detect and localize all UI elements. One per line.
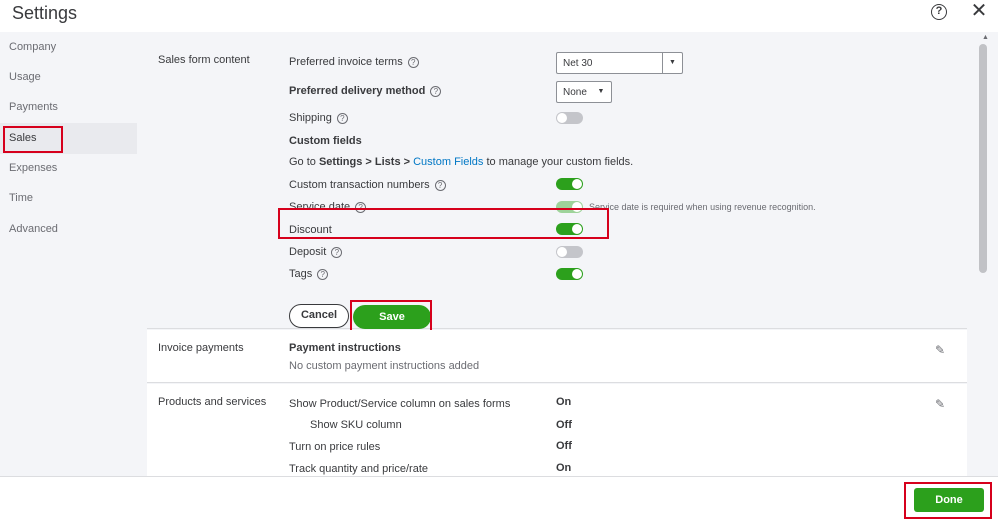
delivery-method-select[interactable]: None ▼ [556, 81, 612, 103]
tags-toggle[interactable] [556, 268, 583, 280]
payment-instructions-value: No custom payment instructions added [289, 360, 480, 372]
close-icon[interactable]: ✕ [970, 1, 988, 21]
footer: Done [0, 476, 998, 519]
help-circle-icon[interactable]: ? [336, 112, 348, 124]
scroll-thumb[interactable] [979, 44, 987, 273]
help-circle-icon[interactable]: ? [430, 85, 442, 97]
preferred-invoice-terms-label: Preferred invoice terms? [289, 56, 419, 68]
deposit-toggle[interactable] [556, 246, 583, 258]
chevron-down-icon: ▼ [662, 53, 682, 73]
sidebar: Company Usage Payments Sales Expenses Ti… [0, 32, 137, 476]
sidebar-item-time[interactable]: Time [0, 183, 137, 214]
discount-highlight-box [278, 208, 609, 239]
section-title: Products and services [158, 396, 267, 408]
shipping-label: Shipping? [289, 112, 348, 124]
scrollbar[interactable]: ▲ [975, 32, 998, 476]
section-title: Invoice payments [158, 342, 244, 354]
custom-transaction-numbers-label: Custom transaction numbers? [289, 179, 446, 191]
sales-form-content-section: Sales form content Preferred invoice ter… [147, 42, 967, 332]
sidebar-item-advanced[interactable]: Advanced [0, 214, 137, 245]
page-title: Settings [12, 3, 78, 23]
sidebar-item-expenses[interactable]: Expenses [0, 153, 137, 184]
pencil-icon[interactable]: ✎ [935, 343, 949, 357]
custom-transaction-numbers-toggle[interactable] [556, 178, 583, 190]
shipping-toggle[interactable] [556, 112, 583, 124]
sidebar-item-payments[interactable]: Payments [0, 92, 137, 123]
scroll-up-icon[interactable]: ▲ [982, 34, 989, 41]
invoice-terms-select[interactable]: Net 30 ▼ [556, 52, 683, 74]
products-and-services-section: Products and services Show Product/Servi… [147, 384, 967, 476]
preferred-delivery-method-label: Preferred delivery method? [289, 85, 442, 97]
custom-fields-note: Go to Settings > Lists > Custom Fields t… [289, 156, 634, 168]
help-circle-icon[interactable]: ? [317, 268, 329, 280]
sidebar-item-usage[interactable]: Usage [0, 62, 137, 93]
custom-fields-link[interactable]: Custom Fields [413, 156, 483, 168]
settings-content: Sales form content Preferred invoice ter… [137, 32, 975, 476]
ps-row-value: On [556, 396, 572, 408]
section-title: Sales form content [158, 54, 250, 66]
ps-row-label: Turn on price rules [289, 441, 381, 453]
help-icon[interactable]: ? [931, 4, 947, 20]
invoice-payments-section: Invoice payments Payment instructions No… [147, 330, 967, 383]
ps-row-label: Track quantity and price/rate [289, 463, 428, 475]
sidebar-item-company[interactable]: Company [0, 32, 137, 63]
settings-window: Settings ? ✕ Company Usage Payments Sale… [0, 0, 998, 519]
deposit-label: Deposit? [289, 246, 343, 258]
cancel-button[interactable]: Cancel [289, 304, 349, 328]
pencil-icon[interactable]: ✎ [935, 397, 949, 411]
tags-label: Tags? [289, 268, 329, 280]
help-circle-icon[interactable]: ? [407, 56, 419, 68]
save-highlight-box [350, 300, 432, 332]
sales-highlight-box [3, 126, 63, 153]
help-circle-icon[interactable]: ? [331, 246, 343, 258]
ps-row-value: Off [556, 440, 572, 452]
ps-row-label: Show SKU column [310, 419, 402, 431]
service-date-note: Service date is required when using reve… [589, 202, 816, 212]
help-circle-icon[interactable]: ? [434, 179, 446, 191]
header: Settings ? ✕ [0, 0, 998, 32]
chevron-down-icon: ▼ [597, 88, 605, 95]
ps-row-value: Off [556, 419, 572, 431]
ps-row-label: Show Product/Service column on sales for… [289, 398, 511, 410]
done-highlight-box [904, 482, 992, 519]
ps-row-value: On [556, 462, 572, 474]
payment-instructions-heading: Payment instructions [289, 342, 401, 354]
custom-fields-heading: Custom fields [289, 135, 362, 147]
